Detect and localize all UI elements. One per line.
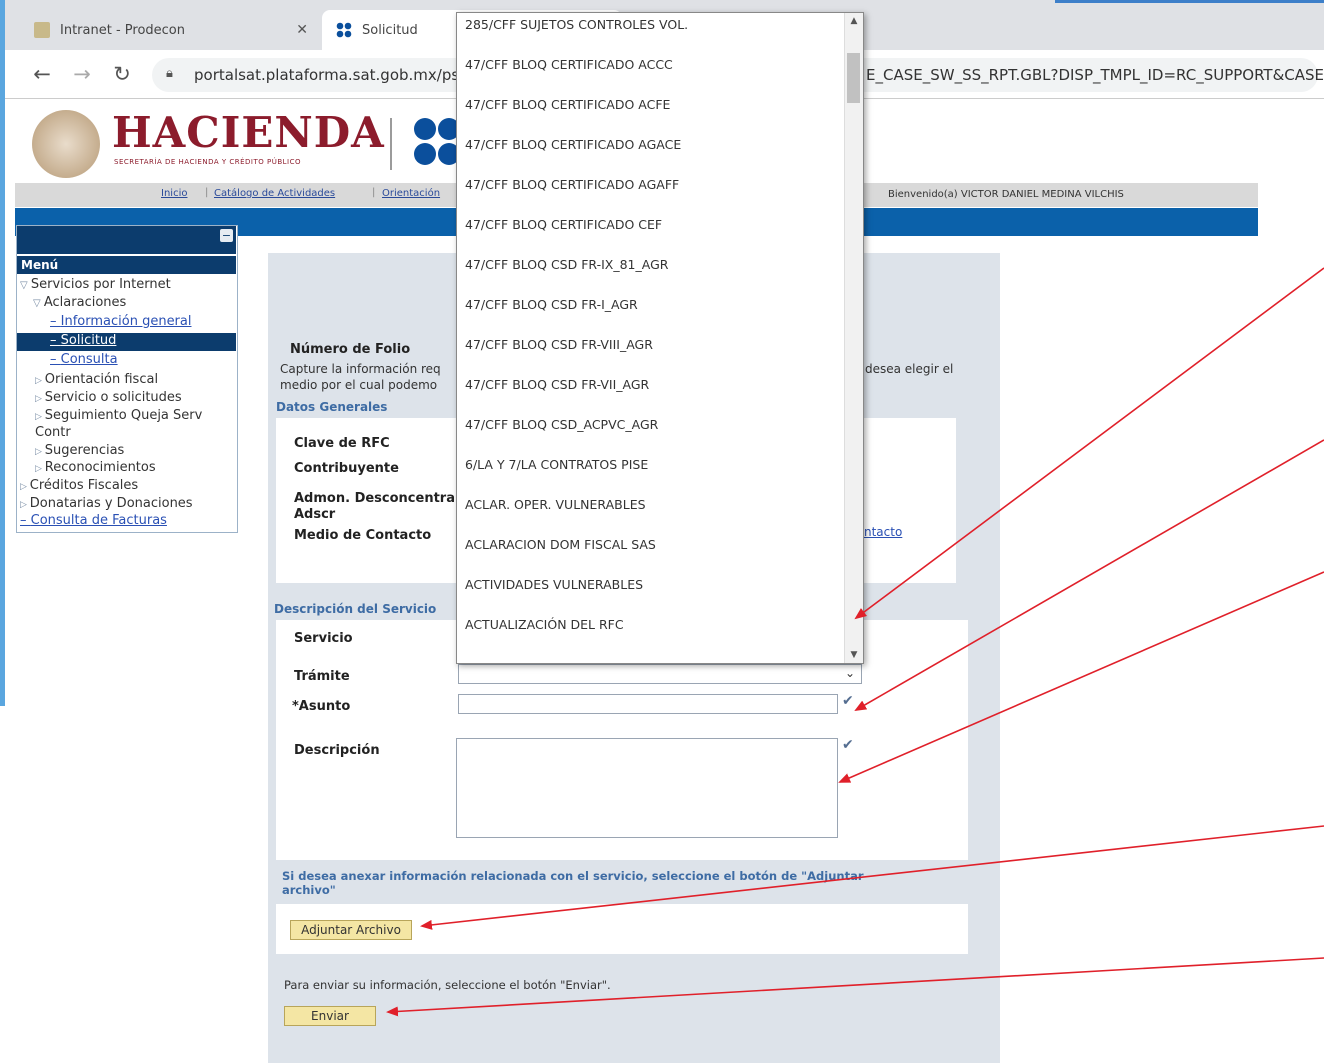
annotation-arrow [386, 957, 1324, 1017]
annotation-arrows [386, 267, 1324, 1017]
annotation-arrow [420, 825, 1324, 930]
annotation-arrow [854, 267, 1324, 620]
annotation-arrow [854, 439, 1324, 711]
